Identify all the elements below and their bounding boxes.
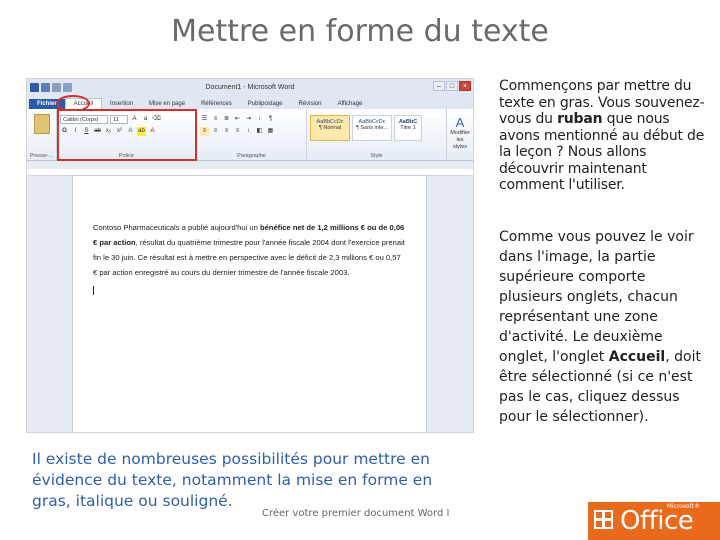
style-normal[interactable]: AaBbCcDc ¶ Normal [310, 115, 350, 141]
bullets-icon[interactable]: ☰ [200, 115, 209, 124]
change-styles-button[interactable]: Modifier les styles [450, 130, 470, 151]
change-styles-icon[interactable]: A [450, 115, 470, 130]
paste-icon[interactable] [33, 114, 50, 134]
document-page[interactable]: Contoso Pharmaceuticals a publié aujourd… [72, 175, 427, 432]
pilcrow-icon[interactable]: ¶ [266, 115, 275, 124]
office-logo: Office Microsoft® [588, 502, 720, 540]
tab-mailings[interactable]: Publipostage [240, 99, 291, 109]
styles-group-label: Style [370, 153, 383, 159]
text-cursor [93, 286, 94, 295]
window-title: Document1 - Microsoft Word [205, 83, 295, 91]
doc-text-2: , résultat du quatrième trimestre pour l… [93, 238, 405, 277]
tab-page-layout[interactable]: Mise en page [141, 99, 193, 109]
word-titlebar: Document1 - Microsoft Word – □ × [27, 79, 473, 95]
document-area: Contoso Pharmaceuticals a publié aujourd… [27, 169, 473, 432]
decrease-indent-icon[interactable]: ⇤ [233, 115, 242, 124]
doc-text-1: Contoso Pharmaceuticals a publié aujourd… [93, 223, 260, 232]
tabs-paragraph: Comme vous pouvez le voir dans l'image, … [499, 229, 701, 425]
slide-title: Mettre en forme du texte [171, 14, 549, 49]
sort-icon[interactable]: ↓ [255, 115, 264, 124]
tab-references[interactable]: Références [193, 99, 240, 109]
word-screenshot: Document1 - Microsoft Word – □ × Fichier… [26, 78, 474, 433]
align-right-icon[interactable]: ≡ [222, 127, 231, 136]
align-center-icon[interactable]: ≡ [211, 127, 220, 136]
slide-footer: Créer votre premier document Word I [262, 508, 450, 519]
line-spacing-icon[interactable]: ↕ [244, 127, 253, 136]
style-no-spacing[interactable]: AaBbCcDc ¶ Sans inte... [352, 115, 392, 141]
paragraph-group-label: Paragraphe [237, 153, 266, 159]
change-styles-group: A Modifier les styles [447, 109, 473, 160]
numbering-icon[interactable]: ≡ [211, 115, 220, 124]
ribbon-term: ruban [557, 111, 603, 127]
tab-view[interactable]: Affichage [329, 99, 370, 109]
microsoft-label: Microsoft® [666, 503, 700, 510]
home-tab-term: Accueil [608, 349, 666, 365]
office-logo-text: Office [620, 506, 694, 536]
increase-indent-icon[interactable]: ⇥ [244, 115, 253, 124]
ribbon: Presse-... Calibri (Corps) 11 A a ⌫ G I … [27, 109, 473, 161]
multilevel-icon[interactable]: ≣ [222, 115, 231, 124]
paragraph-group: ☰ ≡ ≣ ⇤ ⇥ ↓ ¶ ≡ ≡ ≡ ≡ ↕ ◧ ▦ Paragraphe [197, 109, 307, 160]
style-heading-1[interactable]: AaBbC Titre 1 [394, 115, 422, 141]
tab-insert[interactable]: Insertion [102, 99, 141, 109]
tab-review[interactable]: Révision [290, 99, 329, 109]
font-group-highlight [57, 109, 197, 161]
close-button[interactable]: × [459, 81, 471, 91]
justify-icon[interactable]: ≡ [233, 127, 242, 136]
clipboard-group-label: Presse-... [29, 153, 54, 159]
minimize-button[interactable]: – [433, 81, 445, 91]
office-logo-icon [594, 510, 616, 532]
borders-icon[interactable]: ▦ [266, 127, 275, 136]
styles-group: AaBbCcDc ¶ NormalAaBbCcDc ¶ Sans inte...Aa… [307, 109, 447, 160]
align-left-icon[interactable]: ≡ [200, 127, 209, 136]
ribbon-tabs: Fichier Accueil Insertion Mise en page R… [27, 95, 473, 109]
shading-icon[interactable]: ◧ [255, 127, 264, 136]
intro-paragraph: Commençons par mettre du texte en gras. … [499, 78, 705, 193]
maximize-button[interactable]: □ [446, 81, 458, 91]
clipboard-group: Presse-... [27, 109, 57, 160]
caption-text: Il existe de nombreuses possibilités pou… [32, 450, 433, 510]
